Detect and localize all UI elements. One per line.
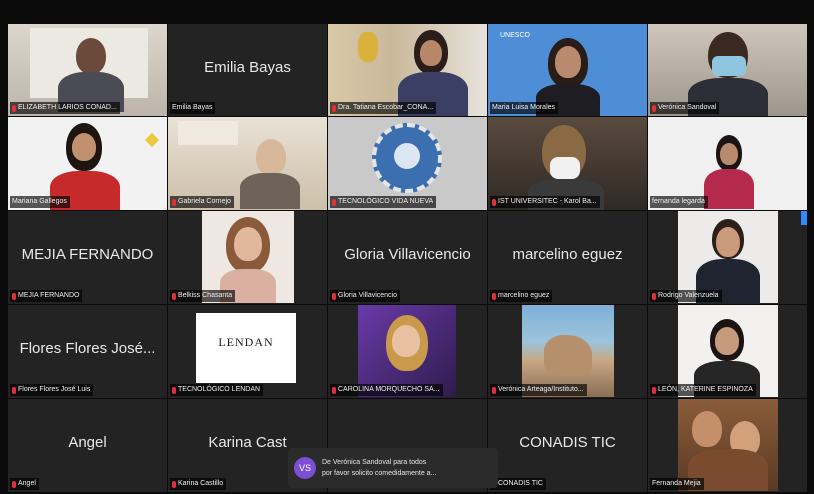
mic-muted-icon [332, 104, 336, 112]
participant-name-label: Rodrigo Valenzuela [650, 290, 722, 302]
participant-tile[interactable]: IST UNIVERSITEC - Karol Ba... [488, 117, 647, 210]
participant-name-label: Dra. Tatiana Escobar_CONA... [330, 102, 437, 114]
participant-tile[interactable]: Gloria Villavicencio Gloria Villavicenci… [328, 211, 487, 304]
mic-muted-icon [12, 104, 16, 112]
mic-muted-icon [172, 292, 176, 300]
mic-muted-icon [172, 198, 176, 206]
mic-muted-icon [332, 198, 336, 206]
participant-display-name: Flores Flores José... [19, 340, 156, 358]
participant-name-label: Belkiss Chasanta [170, 290, 236, 302]
participant-display-name: Emilia Bayas [204, 58, 291, 76]
scroll-indicator [801, 211, 807, 225]
participant-display-name: Angel [68, 434, 107, 452]
chat-message-sender: De Verónica Sandoval para todos [322, 459, 427, 466]
mic-muted-icon [172, 386, 176, 394]
participant-name-label: TECNOLÓGICO VIDA NUEVA [330, 196, 437, 208]
participant-tile[interactable]: Rodrigo Valenzuela [648, 211, 807, 304]
mic-muted-icon [492, 386, 496, 394]
mic-muted-icon [172, 480, 176, 488]
participant-display-name: marcelino eguez [512, 246, 623, 264]
participant-tile[interactable]: CONADIS TIC CONADIS TIC [488, 399, 647, 492]
participant-name-label: Verónica Arteaga/Instituto... [490, 384, 587, 396]
mic-muted-icon [12, 386, 16, 394]
mic-muted-icon [652, 386, 656, 394]
participant-name-label: Flores Flores José Luis [10, 384, 94, 396]
participant-tile[interactable]: Verónica Sandoval [648, 24, 807, 116]
chat-message-preview: De Verónica Sandoval para todos por favo… [322, 457, 436, 479]
participant-name-label: IST UNIVERSITEC - Karol Ba... [490, 196, 600, 208]
unesco-logo: UNESCO [500, 32, 530, 39]
participant-tile[interactable]: Flores Flores José... Flores Flores José… [8, 305, 167, 398]
participant-display-name: CONADIS TIC [519, 434, 616, 452]
chat-message-text: por favor solicito comedidamente a... [322, 470, 437, 477]
participant-tile[interactable]: Angel Angel [8, 399, 167, 492]
participant-name-label: Angel [10, 478, 39, 490]
participant-tile[interactable]: marcelino eguez marcelino eguez [488, 211, 647, 304]
participant-tile[interactable]: ELIZABETH LARIOS CONAD... [8, 24, 167, 116]
participant-tile[interactable]: Fernanda Mejia [648, 399, 807, 492]
active-speaker-tile[interactable]: UNESCO Maria Luisa Morales [488, 24, 647, 116]
participant-name-label: LEÓN, KATERINE ESPINOZA [650, 384, 756, 396]
sender-avatar: VS [294, 457, 316, 479]
participant-tile[interactable]: LEÓN, KATERINE ESPINOZA [648, 305, 807, 398]
participant-display-name: Gloria Villavicencio [344, 246, 471, 264]
participant-display-name: MEJIA FERNANDO [21, 246, 154, 264]
participant-name-label: MEJIA FERNANDO [10, 290, 83, 302]
participant-name-label: Emilia Bayas [170, 102, 216, 114]
video-grid: ELIZABETH LARIOS CONAD... Emilia Bayas E… [8, 24, 807, 492]
participant-name-label: Gloria Villavicencio [330, 290, 401, 302]
participant-name-label: CONADIS TIC [490, 478, 546, 490]
participant-name-label: fernanda legarda [650, 196, 708, 208]
participant-tile[interactable]: MEJIA FERNANDO MEJIA FERNANDO [8, 211, 167, 304]
participant-name-label: TECNOLÓGICO LENDAN [170, 384, 264, 396]
mic-muted-icon [652, 292, 656, 300]
mic-muted-icon [12, 480, 16, 488]
participant-name-label: marcelino eguez [490, 290, 553, 302]
participant-tile[interactable]: Emilia Bayas Emilia Bayas [168, 24, 327, 116]
participant-tile[interactable]: CAROLINA MORQUECHO SA... [328, 305, 487, 398]
participant-tile[interactable]: Belkiss Chasanta [168, 211, 327, 304]
participant-tile[interactable]: Dra. Tatiana Escobar_CONA... [328, 24, 487, 116]
participant-tile[interactable]: TECNOLÓGICO VIDA NUEVA [328, 117, 487, 210]
participant-tile[interactable]: Gabriela Cornejo [168, 117, 327, 210]
chat-notification[interactable]: VS De Verónica Sandoval para todos por f… [288, 448, 498, 488]
participant-tile[interactable]: Verónica Arteaga/Instituto... [488, 305, 647, 398]
participant-name-label: CAROLINA MORQUECHO SA... [330, 384, 443, 396]
participant-name-label: Gabriela Cornejo [170, 196, 234, 208]
participant-name-label: Maria Luisa Morales [490, 102, 559, 114]
participant-name-label: Verónica Sandoval [650, 102, 720, 114]
mic-muted-icon [332, 386, 336, 394]
mic-muted-icon [652, 104, 656, 112]
participant-tile[interactable]: LENDAN TECNOLÓGICO LENDAN [168, 305, 327, 398]
participant-name-label: Karina Castillo [170, 478, 227, 490]
participant-name-label: Mariana Gallegos [10, 196, 70, 208]
participant-name-label: ELIZABETH LARIOS CONAD... [10, 102, 120, 114]
mic-muted-icon [492, 198, 496, 206]
participant-name-label: Fernanda Mejia [650, 478, 704, 490]
participant-tile[interactable]: fernanda legarda [648, 117, 807, 210]
mic-muted-icon [12, 292, 16, 300]
participant-tile[interactable]: Mariana Gallegos [8, 117, 167, 210]
mic-muted-icon [332, 292, 336, 300]
mic-muted-icon [492, 292, 496, 300]
lendan-logo: LENDAN [218, 335, 274, 349]
